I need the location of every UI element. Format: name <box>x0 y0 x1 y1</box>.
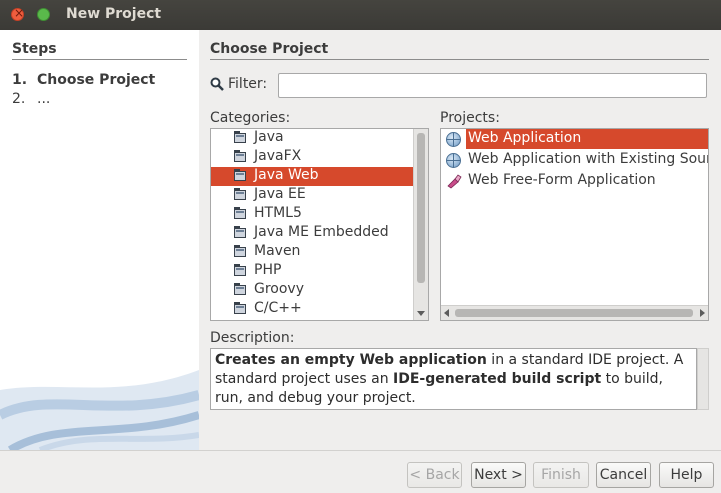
scroll-right-arrow-icon[interactable] <box>700 309 705 317</box>
scroll-down-arrow-icon[interactable] <box>417 311 425 316</box>
close-window-button[interactable] <box>11 6 24 21</box>
folder-icon <box>234 188 246 200</box>
folder-icon <box>234 226 246 238</box>
category-label: JavaFX <box>254 148 302 164</box>
filter-input[interactable] <box>278 73 707 98</box>
project-item-web-free-form-application[interactable]: Web Free-Form Application <box>441 171 708 191</box>
category-item-maven[interactable]: Maven <box>211 243 414 262</box>
globe-icon <box>446 153 461 168</box>
projects-list[interactable]: Web Application Web Application with Exi… <box>440 128 709 321</box>
step-number: 1. <box>12 72 28 88</box>
category-label: Java ME Embedded <box>254 224 389 240</box>
category-item-java-web[interactable]: Java Web <box>211 167 414 186</box>
scrollbar-thumb[interactable] <box>417 133 425 283</box>
category-label: Java Web <box>254 167 319 183</box>
folder-icon <box>234 150 246 162</box>
category-item-groovy[interactable]: Groovy <box>211 281 414 300</box>
category-label: PHP <box>254 262 282 278</box>
new-project-dialog: Steps 1. Choose Project 2.... Choose Proj… <box>0 30 721 493</box>
steps-heading: Steps <box>12 41 57 57</box>
description-label: Description: <box>210 330 295 346</box>
project-label: Web Application <box>468 130 582 146</box>
step-label: ... <box>37 91 51 107</box>
globe-icon <box>446 132 461 147</box>
description-scrollbar[interactable] <box>697 348 709 410</box>
category-label: Java EE <box>254 186 306 202</box>
brush-icon <box>447 174 462 189</box>
description-text: Creates an empty Web application in a st… <box>210 348 697 410</box>
step-label: Choose Project <box>37 72 156 88</box>
window-title: New Project <box>66 6 162 22</box>
finish-button[interactable]: Finish <box>533 462 589 488</box>
category-item-java-me-embedded[interactable]: Java ME Embedded <box>211 224 414 243</box>
categories-label: Categories: <box>210 110 291 126</box>
category-item-php[interactable]: PHP <box>211 262 414 281</box>
search-icon <box>210 77 224 91</box>
folder-icon <box>234 283 246 295</box>
category-label: Java <box>254 129 284 145</box>
category-label: C/C++ <box>254 300 302 316</box>
folder-icon <box>234 131 246 143</box>
project-item-web-application[interactable]: Web Application <box>441 129 708 149</box>
page-title: Choose Project <box>210 41 329 57</box>
step-item-2: 2.... <box>12 91 50 107</box>
step-item-1: 1. Choose Project <box>12 72 155 88</box>
description-bold-1: Creates an empty Web application <box>215 352 487 368</box>
cancel-button[interactable]: Cancel <box>596 462 651 488</box>
project-label: Web Application with Existing Sources <box>468 151 708 167</box>
steps-panel: Steps 1. Choose Project 2.... <box>0 30 199 450</box>
folder-icon <box>234 302 246 314</box>
project-label: Web Free-Form Application <box>468 172 656 188</box>
steps-divider <box>12 59 187 60</box>
category-item-c-cpp[interactable]: C/C++ <box>211 300 414 319</box>
category-item-java-ee[interactable]: Java EE <box>211 186 414 205</box>
categories-scrollbar[interactable] <box>413 129 428 320</box>
filter-label: Filter: <box>228 76 268 92</box>
project-item-web-application-existing-sources[interactable]: Web Application with Existing Sources <box>441 150 708 170</box>
back-button[interactable]: < Back <box>407 462 462 488</box>
category-label: HTML5 <box>254 205 302 221</box>
step-number: 2. <box>12 91 26 107</box>
category-item-html5[interactable]: HTML5 <box>211 205 414 224</box>
scroll-left-arrow-icon[interactable] <box>444 309 449 317</box>
title-divider <box>210 59 709 60</box>
selection-highlight: Web Application <box>466 129 708 149</box>
folder-icon <box>234 207 246 219</box>
scrollbar-thumb[interactable] <box>455 309 693 317</box>
folder-icon <box>234 264 246 276</box>
projects-label: Projects: <box>440 110 500 126</box>
description-bold-2: IDE-generated build script <box>393 371 602 387</box>
category-item-java[interactable]: Java <box>211 129 414 148</box>
categories-list[interactable]: Java JavaFX Java Web Java EE HTML5 Java … <box>210 128 429 321</box>
maximize-window-button[interactable] <box>37 8 50 21</box>
category-label: Groovy <box>254 281 304 297</box>
folder-icon <box>234 245 246 257</box>
decorative-swoosh-graphic <box>0 370 199 450</box>
next-button[interactable]: Next > <box>471 462 526 488</box>
category-label: Maven <box>254 243 301 259</box>
help-button[interactable]: Help <box>659 462 714 488</box>
title-bar: New Project <box>0 0 721 30</box>
button-bar: < Back Next > Finish Cancel Help <box>0 450 721 493</box>
folder-icon <box>234 169 246 181</box>
projects-horizontal-scrollbar[interactable] <box>441 305 708 320</box>
category-item-javafx[interactable]: JavaFX <box>211 148 414 167</box>
